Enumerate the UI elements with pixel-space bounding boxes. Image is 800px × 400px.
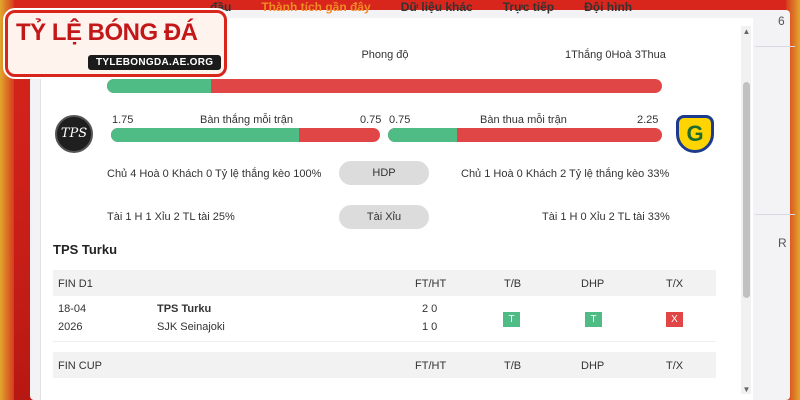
nav-item-lineup[interactable]: Đội hình bbox=[584, 0, 632, 18]
form-summary: 1Thắng 0Hoà 3Thua bbox=[565, 49, 666, 61]
bg-divider bbox=[755, 46, 795, 47]
col-dhp: DHP bbox=[581, 278, 605, 290]
col-dhp: DHP bbox=[581, 360, 605, 372]
score-away: 1 0 bbox=[422, 321, 438, 333]
result-badge-tb: T bbox=[503, 312, 520, 327]
goals-scored-home: 1.75 bbox=[112, 114, 134, 126]
scroll-up-icon[interactable]: ▲ bbox=[742, 28, 751, 36]
goals-conceded-home: 0.75 bbox=[389, 114, 411, 126]
home-team[interactable]: TPS Turku bbox=[157, 303, 211, 315]
result-badge-tx: X bbox=[666, 312, 683, 327]
result-badge-dhp: T bbox=[585, 312, 602, 327]
col-ft-ht: FT/HT bbox=[415, 360, 447, 372]
match-year: 2026 bbox=[58, 321, 83, 333]
league-name[interactable]: FIN D1 bbox=[58, 278, 93, 290]
section-title: TPS Turku bbox=[53, 242, 118, 257]
goals-conceded-bar-fill bbox=[388, 128, 457, 142]
form-bar bbox=[107, 79, 662, 93]
col-tb: T/B bbox=[504, 360, 522, 372]
match-date: 18-04 bbox=[58, 303, 87, 315]
league-name[interactable]: FIN CUP bbox=[58, 360, 102, 372]
taixiu-home-text: Tài 1 H 1 Xỉu 2 TL tài 25% bbox=[107, 211, 235, 223]
gnistan-logo-icon: G bbox=[676, 115, 714, 153]
goals-scored-bar bbox=[111, 128, 380, 142]
bg-side-number: 6 bbox=[778, 14, 785, 28]
goals-scored-away: 0.75 bbox=[360, 114, 382, 126]
bg-divider bbox=[755, 214, 795, 215]
col-tb: T/B bbox=[504, 278, 522, 290]
score-home: 2 0 bbox=[422, 303, 438, 315]
col-tx: T/X bbox=[666, 278, 684, 290]
logo-title: TỶ LỆ BÓNG ĐÁ bbox=[16, 19, 198, 46]
away-team[interactable]: SJK Seinajoki bbox=[157, 321, 225, 333]
scrollbar-thumb[interactable] bbox=[743, 82, 750, 298]
hdp-button[interactable]: HDP bbox=[339, 161, 429, 185]
col-ft-ht: FT/HT bbox=[415, 278, 447, 290]
nav-item-other-data[interactable]: Dữ liệu khác bbox=[401, 0, 473, 18]
goals-scored-label: Bàn thắng mỗi trận bbox=[200, 114, 293, 126]
goals-conceded-away: 2.25 bbox=[637, 114, 659, 126]
form-label: Phong độ bbox=[361, 49, 409, 61]
table-header-fin-d1: FIN D1 FT/HT T/B DHP T/X bbox=[53, 270, 716, 296]
form-bar-win-fill bbox=[107, 79, 212, 93]
site-logo[interactable]: TỶ LỆ BÓNG ĐÁ TYLEBONGDA.AE.ORG bbox=[5, 10, 227, 77]
col-tx: T/X bbox=[666, 360, 684, 372]
table-header-fin-cup: FIN CUP FT/HT T/B DHP T/X bbox=[53, 352, 716, 378]
logo-url: TYLEBONGDA.AE.ORG bbox=[88, 55, 222, 70]
taixiu-button[interactable]: Tài Xỉu bbox=[339, 205, 429, 229]
bg-side-letter: R bbox=[778, 236, 787, 250]
scroll-down-icon[interactable]: ▼ bbox=[742, 386, 751, 394]
goals-conceded-label: Bàn thua mỗi trận bbox=[480, 114, 567, 126]
nav-item-live[interactable]: Trực tiếp bbox=[503, 0, 554, 18]
table-row[interactable] bbox=[53, 298, 716, 342]
hdp-home-text: Chủ 4 Hoà 0 Khách 0 Tỷ lệ thắng kèo 100% bbox=[107, 168, 322, 180]
top-nav: ...đầu Thành tích gần đây Dữ liệu khác T… bbox=[200, 0, 740, 18]
nav-item-recent-results[interactable]: Thành tích gần đây bbox=[261, 0, 370, 18]
taixiu-away-text: Tài 1 H 0 Xỉu 2 TL tài 33% bbox=[542, 211, 670, 223]
hdp-away-text: Chủ 1 Hoà 0 Khách 2 Tỷ lệ thắng kèo 33% bbox=[461, 168, 670, 180]
goals-scored-bar-fill bbox=[111, 128, 300, 142]
tps-turku-logo-icon: TPS bbox=[55, 115, 93, 153]
goals-conceded-bar bbox=[388, 128, 662, 142]
